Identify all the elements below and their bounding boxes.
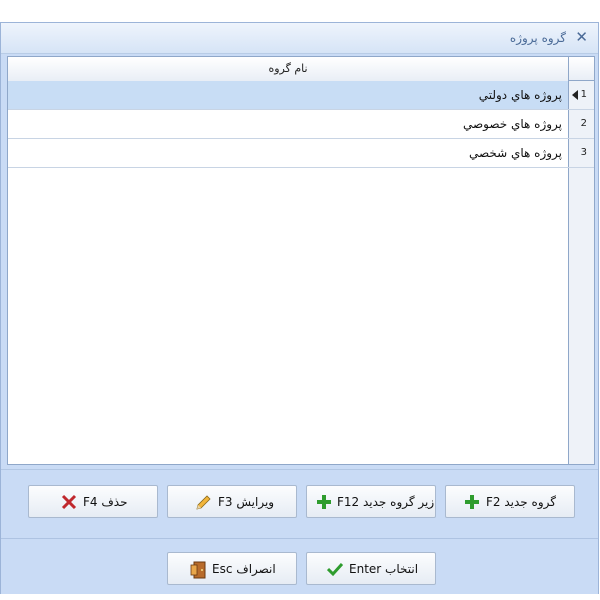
title-bar: ✕ گروه پروژه bbox=[1, 23, 598, 54]
cancel-button[interactable]: انصراف Esc bbox=[167, 552, 297, 585]
action-button-bar: گروه جديد F2 زير گروه جديد F12 ويرايش F3… bbox=[1, 469, 598, 539]
group-name: پروژه هاي خصوصي bbox=[462, 117, 562, 131]
pencil-icon bbox=[196, 495, 211, 510]
row-indicator[interactable]: 3 bbox=[568, 139, 594, 167]
plus-icon bbox=[465, 495, 479, 509]
row-indicator-header bbox=[568, 57, 594, 81]
group-name: پروژه هاي شخصي bbox=[468, 146, 562, 160]
row-number: 1 bbox=[580, 89, 587, 100]
new-group-label: گروه جديد F2 bbox=[486, 495, 556, 509]
group-name: پروژه هاي دولتي bbox=[478, 88, 562, 102]
table-row[interactable]: پروژه هاي دولتي 1 bbox=[8, 81, 594, 110]
current-row-arrow-icon bbox=[572, 90, 578, 100]
new-group-button[interactable]: گروه جديد F2 bbox=[445, 485, 575, 518]
close-icon[interactable]: ✕ bbox=[575, 29, 588, 45]
select-label: انتخاب Enter bbox=[349, 562, 419, 576]
delete-label: حذف F4 bbox=[83, 495, 128, 509]
project-group-window: ✕ گروه پروژه نام گروه پروژه هاي دولتي 1 … bbox=[0, 22, 599, 594]
table-row[interactable]: پروژه هاي شخصي 3 bbox=[8, 139, 594, 168]
column-header-group-name[interactable]: نام گروه bbox=[8, 57, 568, 82]
group-name-cell[interactable]: پروژه هاي خصوصي bbox=[8, 110, 568, 138]
check-icon bbox=[327, 562, 343, 577]
plus-icon bbox=[317, 495, 331, 509]
edit-label: ويرايش F3 bbox=[218, 495, 275, 509]
exit-door-icon bbox=[190, 561, 206, 579]
row-number: 3 bbox=[580, 147, 587, 158]
delete-x-icon bbox=[61, 494, 77, 510]
dialog-button-bar: انتخاب Enter انصراف Esc bbox=[1, 539, 598, 594]
select-button[interactable]: انتخاب Enter bbox=[306, 552, 436, 585]
row-indicator[interactable]: 2 bbox=[568, 110, 594, 138]
new-subgroup-label: زير گروه جديد F12 bbox=[337, 495, 435, 509]
edit-button[interactable]: ويرايش F3 bbox=[167, 485, 297, 518]
row-number: 2 bbox=[580, 118, 587, 129]
row-indicator[interactable]: 1 bbox=[568, 81, 594, 109]
group-grid: نام گروه پروژه هاي دولتي 1 پروژه هاي خصو… bbox=[7, 56, 595, 465]
new-subgroup-button[interactable]: زير گروه جديد F12 bbox=[306, 485, 436, 518]
delete-button[interactable]: حذف F4 bbox=[28, 485, 158, 518]
group-name-cell[interactable]: پروژه هاي دولتي bbox=[8, 81, 568, 109]
group-name-cell[interactable]: پروژه هاي شخصي bbox=[8, 139, 568, 167]
column-header-label: نام گروه bbox=[268, 62, 308, 75]
table-row[interactable]: پروژه هاي خصوصي 2 bbox=[8, 110, 594, 139]
window-title: گروه پروژه bbox=[509, 31, 566, 45]
cancel-label: انصراف Esc bbox=[212, 562, 276, 576]
